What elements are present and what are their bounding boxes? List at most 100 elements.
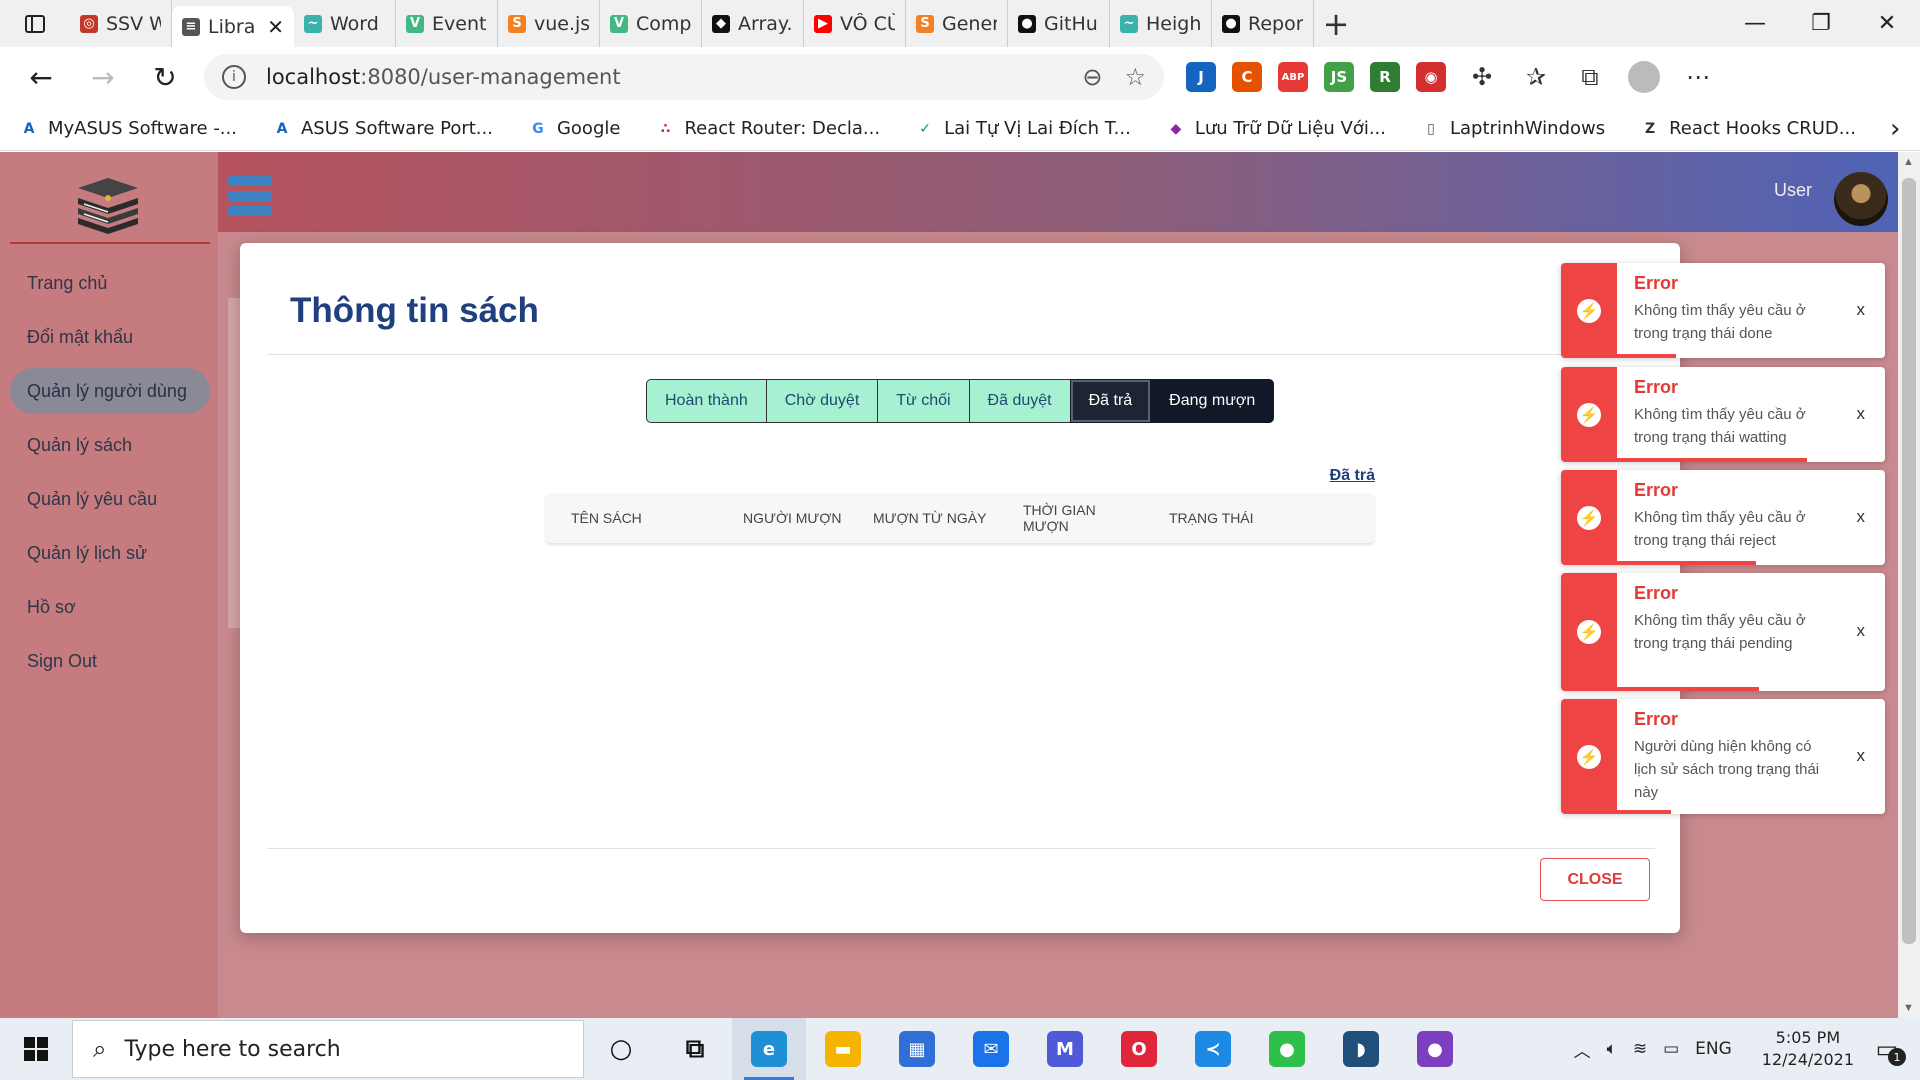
toast-close-button[interactable]: x — [1857, 404, 1866, 424]
mail-taskbar-button[interactable]: ✉ — [954, 1018, 1028, 1080]
bookmark-item[interactable]: ✓ Lai Tự Vị Lai Đích T... — [914, 118, 1131, 140]
browser-tab[interactable]: ~ Height - — [1110, 0, 1212, 47]
favorites-icon[interactable]: ✰ — [1516, 63, 1556, 91]
sidebar-item[interactable]: Quản lý người dùng — [10, 368, 210, 414]
sidebar-item[interactable]: Sign Out — [10, 634, 210, 688]
page-scrollbar[interactable]: ▲ ▼ — [1898, 152, 1920, 1018]
address-bar[interactable]: i localhost:8080/user-management ⊖ ☆ — [204, 54, 1164, 100]
notification-center-icon[interactable]: ▭ 1 — [1870, 1032, 1906, 1066]
browser-tab[interactable]: ▶ VÔ CÙNG — [804, 0, 906, 47]
mysql-taskbar-button[interactable]: ◗ — [1324, 1018, 1398, 1080]
volume-icon[interactable]: 🔈︎ — [1607, 1039, 1617, 1059]
start-button[interactable] — [0, 1018, 72, 1080]
bookmark-item[interactable]: ◆ Lưu Trữ Dữ Liệu Với... — [1165, 118, 1386, 140]
close-window-button[interactable]: ✕ — [1854, 0, 1920, 47]
status-filter-button[interactable]: Chờ duyệt — [765, 379, 878, 423]
ext-js-icon[interactable]: JS — [1324, 62, 1354, 92]
battery-icon[interactable]: ▭ — [1663, 1039, 1679, 1059]
file-explorer-taskbar-button[interactable]: ▬ — [806, 1018, 880, 1080]
browser-tab[interactable]: ◎ SSV Web — [70, 0, 172, 47]
toast-close-button[interactable]: x — [1857, 621, 1866, 641]
clock[interactable]: 5:05 PM 12/24/2021 — [1762, 1027, 1854, 1071]
cortana-taskbar-button[interactable]: ○ — [584, 1018, 658, 1080]
edge-taskbar-button[interactable]: e — [732, 1018, 806, 1080]
github-desktop-taskbar-button[interactable]: ● — [1398, 1018, 1472, 1080]
site-info-icon[interactable]: i — [222, 65, 246, 89]
bookmark-item[interactable]: ▯ LaptrinhWindows — [1420, 118, 1605, 140]
back-button[interactable]: ← — [10, 47, 72, 107]
url-text[interactable]: localhost:8080/user-management — [266, 65, 1060, 89]
browser-tab[interactable]: V Event Ha — [396, 0, 498, 47]
tab-actions-button[interactable] — [0, 0, 70, 47]
scroll-down-icon[interactable]: ▼ — [1903, 1002, 1914, 1014]
extensions-puzzle-icon[interactable]: ✣ — [1462, 63, 1502, 91]
sidebar-item[interactable]: Quản lý yêu cầu — [10, 472, 210, 526]
ext-r-icon[interactable]: R — [1370, 62, 1400, 92]
bookmarks-overflow-icon[interactable]: › — [1890, 114, 1900, 144]
bookmark-item[interactable]: G Google — [527, 118, 620, 140]
language-indicator[interactable]: ENG — [1695, 1039, 1732, 1059]
more-menu-icon[interactable]: ⋯ — [1678, 63, 1718, 91]
browser-tab[interactable]: ≡ Libra ✕ — [172, 6, 294, 47]
user-label[interactable]: User — [1774, 180, 1812, 201]
table-column-header[interactable]: TÊN SÁCH — [546, 510, 718, 526]
task-view-taskbar-button[interactable]: ⧉ — [658, 1018, 732, 1080]
sidebar-item[interactable]: Đổi mật khẩu — [10, 310, 210, 364]
line-taskbar-button[interactable]: ● — [1250, 1018, 1324, 1080]
browser-tab[interactable]: Svue.js - a — [498, 0, 600, 47]
ext-1-icon[interactable]: J — [1186, 62, 1216, 92]
browser-tab[interactable]: ● GitHub — [1008, 0, 1110, 47]
scrollbar-thumb[interactable] — [1902, 178, 1916, 944]
browser-tab[interactable]: ~ Word Bre — [294, 0, 396, 47]
browser-tab[interactable]: ◆ Array.pro — [702, 0, 804, 47]
store-taskbar-button[interactable]: ▦ — [880, 1018, 954, 1080]
table-column-header[interactable]: TRẠNG THÁI — [1144, 510, 1264, 526]
status-filter-button[interactable]: Hoàn thành — [646, 379, 766, 423]
bookmark-item[interactable]: ∴ React Router: Decla... — [654, 118, 881, 140]
taskbar-search[interactable]: ⌕ Type here to search — [72, 1020, 584, 1078]
toast-close-button[interactable]: x — [1857, 300, 1866, 320]
browser-tab[interactable]: S Generate — [906, 0, 1008, 47]
wifi-icon[interactable]: ≋ — [1633, 1039, 1647, 1059]
ext-2-icon[interactable]: C — [1232, 62, 1262, 92]
reload-button[interactable]: ↻ — [134, 47, 196, 107]
collections-icon[interactable]: ⧉ — [1570, 63, 1610, 91]
restore-button[interactable]: ❐ — [1788, 0, 1854, 47]
tray-overflow-icon[interactable]: ︿ — [1574, 1037, 1591, 1062]
status-filter-button[interactable]: Đã trả — [1069, 379, 1151, 423]
abp-extension-icon[interactable]: ABP — [1278, 62, 1308, 92]
sidebar-item[interactable]: Quản lý lịch sử — [10, 526, 210, 580]
close-button[interactable]: CLOSE — [1540, 858, 1650, 901]
sidebar-item[interactable]: Trang chủ — [10, 256, 210, 310]
toast-close-button[interactable]: x — [1857, 507, 1866, 527]
browser-tab[interactable]: V Compute — [600, 0, 702, 47]
app-m-taskbar-button[interactable]: M — [1028, 1018, 1102, 1080]
add-favorite-icon[interactable]: ☆ — [1124, 63, 1146, 91]
vscode-taskbar-button[interactable]: ≺ — [1176, 1018, 1250, 1080]
zoom-icon[interactable]: ⊖ — [1082, 63, 1102, 91]
new-tab-button[interactable]: + — [1314, 0, 1358, 47]
current-filter-link[interactable]: Đã trả — [1330, 467, 1375, 485]
toast-close-button[interactable]: x — [1857, 746, 1866, 766]
user-avatar[interactable] — [1834, 172, 1888, 226]
browser-tab[interactable]: ● ReportW — [1212, 0, 1314, 47]
minimize-button[interactable]: — — [1722, 0, 1788, 47]
hamburger-menu-icon[interactable] — [228, 176, 272, 220]
table-column-header[interactable]: THỜI GIAN MƯỢN — [998, 502, 1144, 534]
bookmark-item[interactable]: A MyASUS Software -... — [18, 118, 237, 140]
table-column-header[interactable]: MƯỢN TỪ NGÀY — [848, 510, 998, 526]
table-column-header[interactable]: NGƯỜI MƯỢN — [718, 510, 848, 526]
forward-button[interactable]: → — [72, 47, 134, 107]
status-filter-button[interactable]: Đang mượn — [1150, 379, 1275, 423]
status-filter-button[interactable]: Đã duyệt — [968, 379, 1070, 423]
opera-taskbar-button[interactable]: O — [1102, 1018, 1176, 1080]
status-filter-button[interactable]: Từ chối — [877, 379, 969, 423]
bookmark-item[interactable]: Z React Hooks CRUD... — [1639, 118, 1856, 140]
sidebar-item[interactable]: Hồ sơ — [10, 580, 210, 634]
bookmark-item[interactable]: A ASUS Software Port... — [271, 118, 493, 140]
scroll-up-icon[interactable]: ▲ — [1903, 156, 1914, 168]
profile-avatar[interactable] — [1624, 61, 1664, 93]
sidebar-item[interactable]: Quản lý sách — [10, 418, 210, 472]
tab-close-icon[interactable]: ✕ — [267, 15, 284, 39]
ext-red-icon[interactable]: ◉ — [1416, 62, 1446, 92]
